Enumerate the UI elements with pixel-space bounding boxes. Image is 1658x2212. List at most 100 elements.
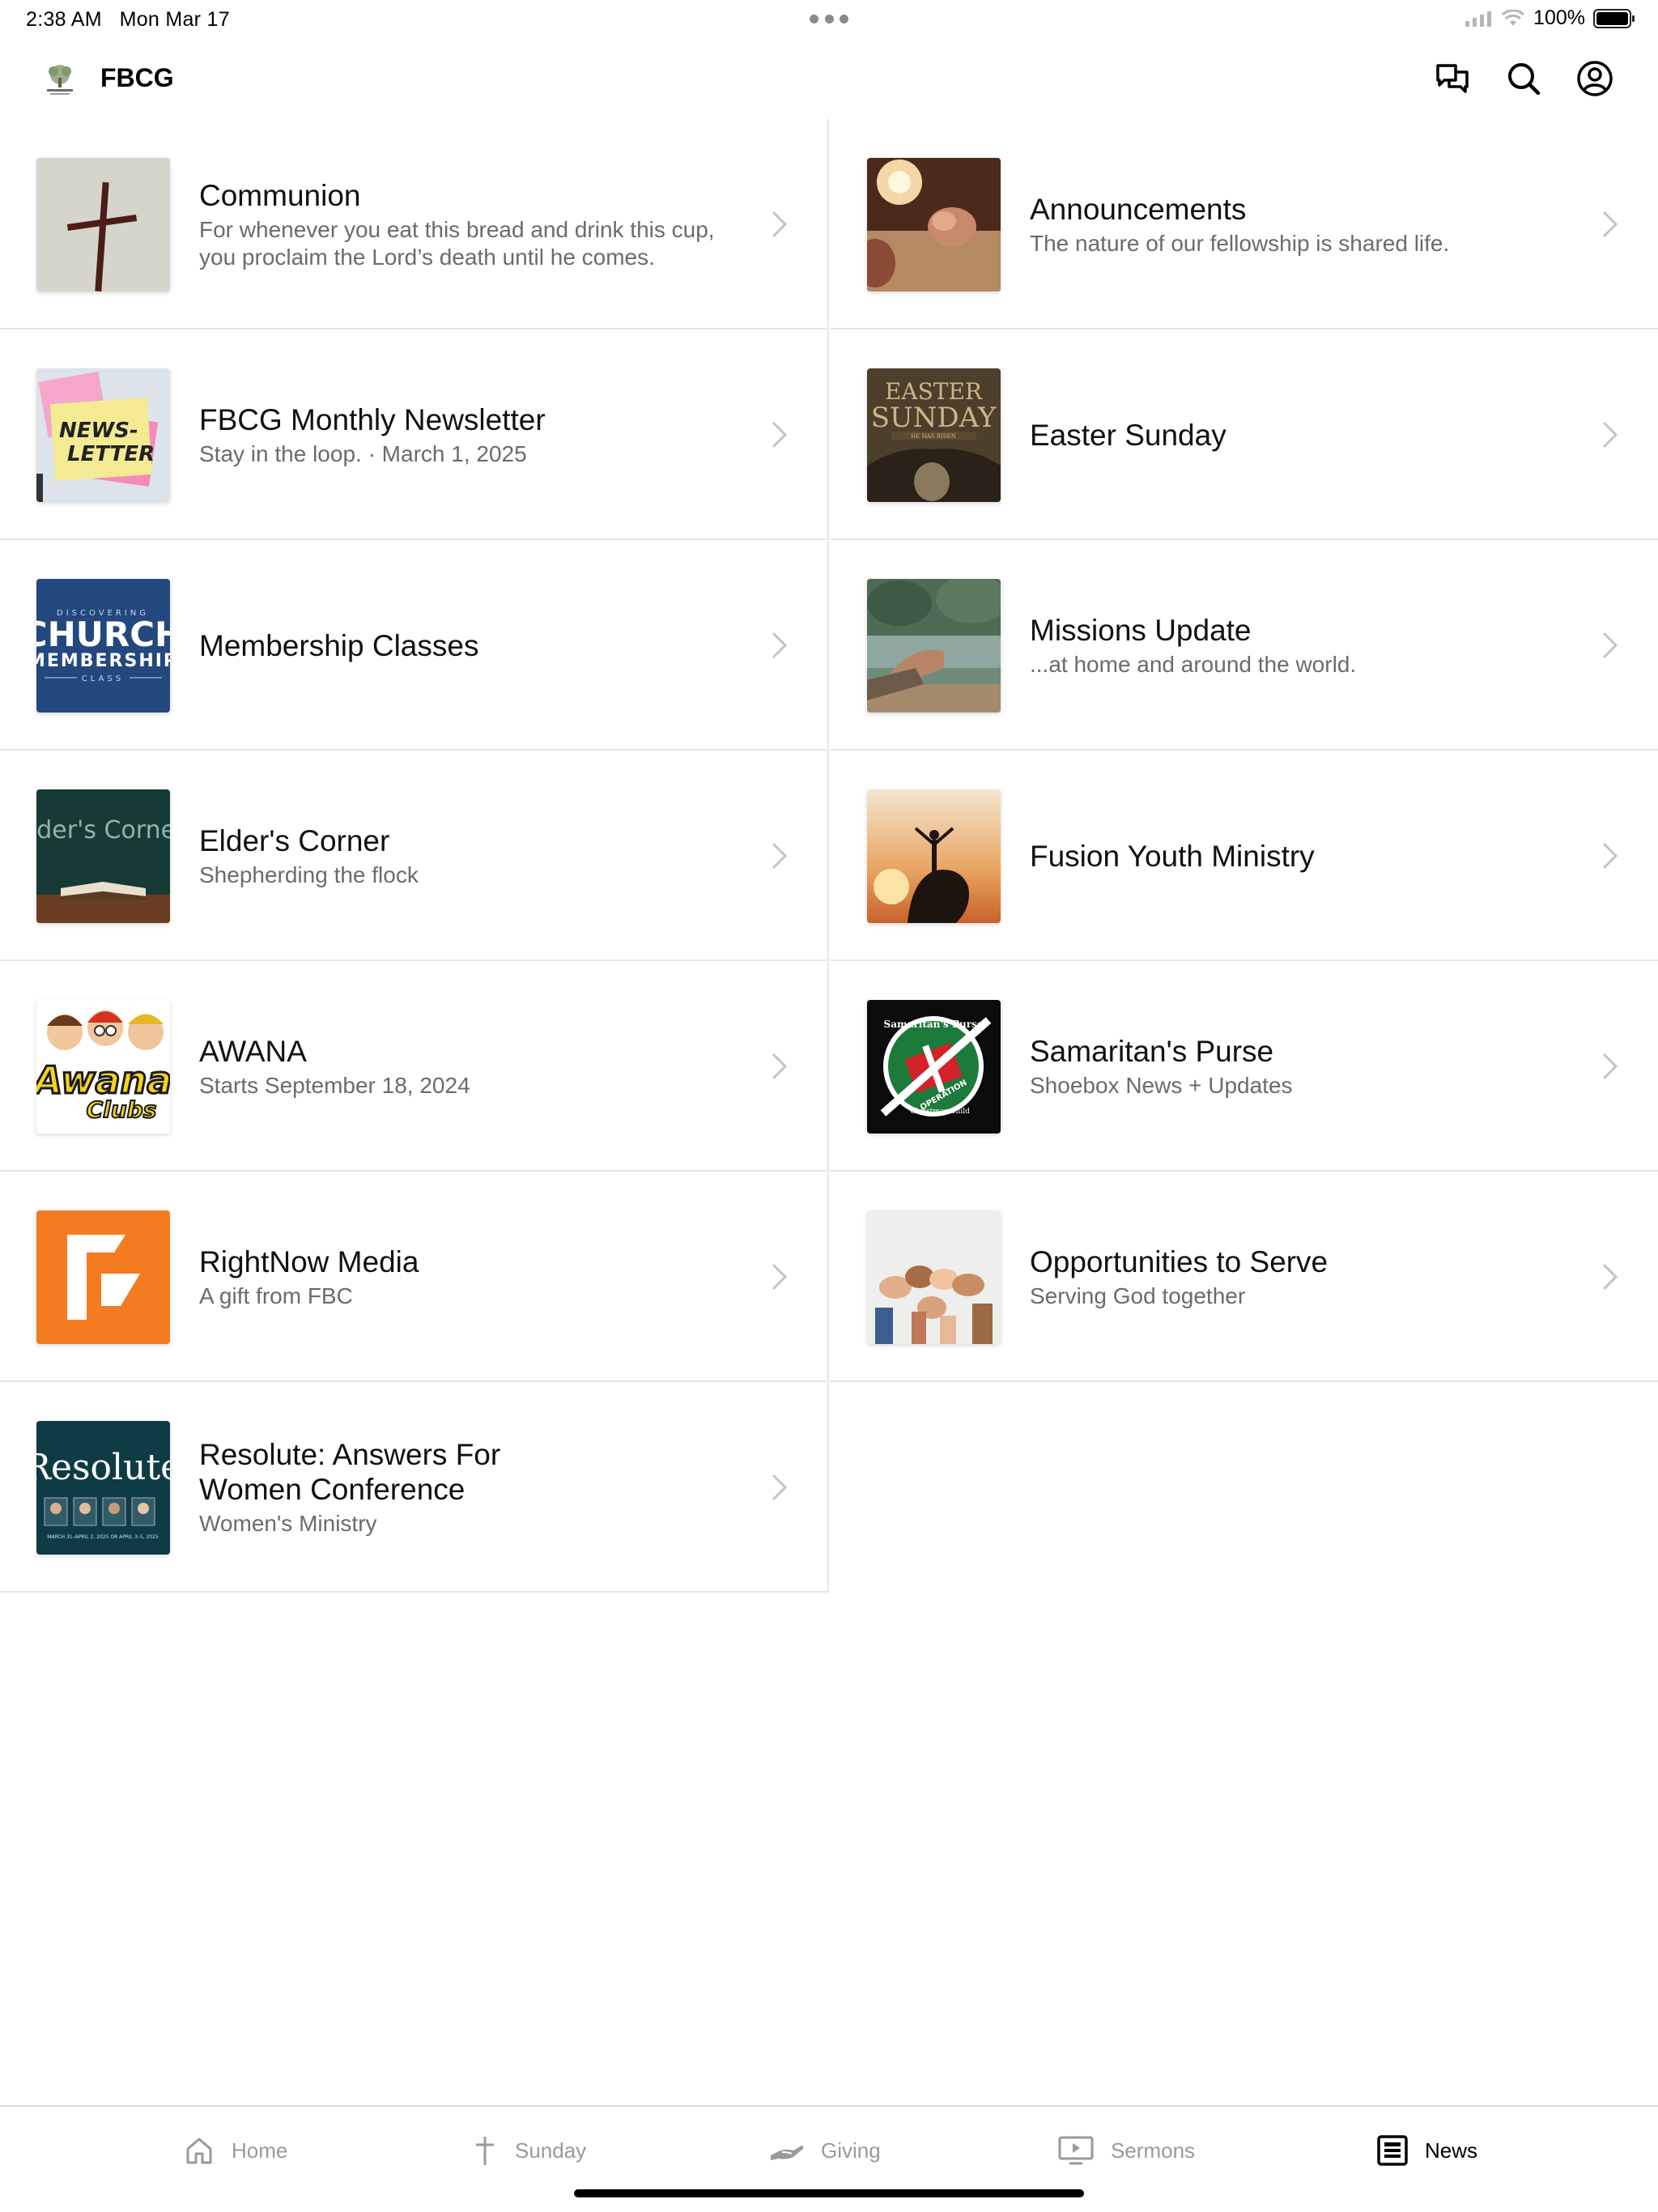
multitasking-dots-icon[interactable] — [810, 15, 848, 24]
svg-text:NEWS-: NEWS- — [59, 419, 138, 443]
chevron-right-icon — [772, 842, 788, 870]
news-item-subtitle: Serving God together — [1030, 1283, 1246, 1308]
news-item-title: Membership Classes — [199, 628, 479, 662]
app-title: FBCG — [100, 63, 174, 92]
tab-news[interactable]: News — [1376, 2128, 1477, 2173]
news-item-easter-sunday[interactable]: EASTER SUNDAY HE HAS RISEN Easter Sunday — [831, 330, 1658, 540]
chevron-right-icon — [772, 421, 788, 449]
news-item-communion[interactable]: Communion For whenever you eat this brea… — [0, 119, 829, 330]
video-screen-icon — [1058, 2136, 1094, 2165]
account-icon[interactable] — [1575, 59, 1614, 98]
news-item-title: AWANA — [199, 1034, 307, 1068]
news-item-subtitle: ...at home and around the world. — [1030, 651, 1357, 677]
news-item-newsletter[interactable]: NEWS- LETTER FBCG Monthly Newsletter Stay… — [0, 330, 829, 540]
search-icon[interactable] — [1504, 59, 1543, 98]
chevron-right-icon — [772, 1263, 788, 1291]
church-logo-icon[interactable] — [40, 60, 79, 99]
tab-sunday[interactable]: Sunday — [471, 2128, 586, 2173]
news-item-announcements[interactable]: Announcements The nature of our fellowsh… — [831, 119, 1658, 330]
news-item-title: Missions Update — [1030, 613, 1252, 647]
news-item-elders-corner[interactable]: lder's Corne Elder's Corner Shepherding … — [0, 751, 829, 961]
operation-christmas-child-image: Samaritan's Purse OPERATION Christmas Chil… — [867, 1000, 1001, 1134]
news-item-title: Communion — [199, 178, 361, 212]
chevron-right-icon — [1602, 421, 1618, 449]
home-icon — [186, 2138, 212, 2164]
svg-text:CHURCH: CHURCH — [36, 615, 170, 654]
news-item-title: FBCG Monthly Newsletter — [199, 402, 546, 436]
chevron-right-icon — [1602, 211, 1618, 238]
cross-icon — [476, 2137, 494, 2165]
tab-home[interactable]: Home — [183, 2128, 287, 2173]
news-item-membership-classes[interactable]: DISCOVERINGCHURCHMEMBERSHIPCLASS Members… — [0, 540, 829, 751]
chat-icon[interactable] — [1433, 59, 1472, 98]
chevron-right-icon — [1602, 842, 1618, 870]
news-item-subtitle: A gift from FBC — [199, 1283, 353, 1308]
news-item-subtitle: Women's Ministry — [199, 1511, 377, 1536]
chevron-right-icon — [772, 632, 788, 659]
signal-icon — [1465, 11, 1492, 27]
news-item-awana[interactable]: Awana Clubs AWANA Starts September 18, 20… — [0, 961, 829, 1172]
tab-label: Giving — [821, 2138, 881, 2163]
news-item-title: Samaritan's Purse — [1030, 1034, 1274, 1068]
svg-text:lder's Corne: lder's Corne — [36, 816, 170, 844]
chevron-right-icon — [772, 1053, 788, 1080]
news-item-subtitle: Starts September 18, 2024 — [199, 1072, 470, 1098]
news-item-title: Resolute: Answers For Women Conference — [199, 1438, 501, 1506]
svg-text:Christmas Child: Christmas Child — [910, 1108, 970, 1116]
praying-hands-image — [867, 158, 1001, 291]
svg-text:Samaritan's Purse: Samaritan's Purse — [884, 1019, 984, 1030]
battery-percentage: 100% — [1533, 6, 1585, 29]
youth-silhouette-image — [867, 789, 1001, 923]
rightnow-media-logo — [36, 1210, 170, 1344]
tab-label: News — [1425, 2138, 1478, 2163]
membership-class-image: DISCOVERINGCHURCHMEMBERSHIPCLASS — [36, 579, 170, 713]
elders-corner-image: lder's Corne — [36, 789, 170, 923]
easter-sunday-image: EASTER SUNDAY HE HAS RISEN — [867, 368, 1001, 502]
svg-text:HE HAS RISEN: HE HAS RISEN — [911, 433, 956, 440]
svg-text:LETTER: LETTER — [67, 442, 155, 466]
svg-text:Clubs: Clubs — [87, 1096, 157, 1123]
tab-sermons[interactable]: Sermons — [1057, 2128, 1195, 2173]
cross-image — [36, 158, 170, 291]
newsletter-image: NEWS- LETTER — [36, 368, 170, 502]
news-item-subtitle: Shoebox News + Updates — [1030, 1072, 1293, 1098]
news-item-rightnow-media[interactable]: RightNow Media A gift from FBC — [0, 1172, 829, 1382]
news-item-subtitle: Shepherding the flock — [199, 861, 419, 887]
chevron-right-icon — [772, 1474, 788, 1501]
news-item-subtitle: For whenever you eat this bread and drin… — [199, 216, 715, 270]
svg-text:Awana: Awana — [36, 1058, 170, 1102]
news-item-resolute-conference[interactable]: Resolute MARCH 31–APRIL 2, 2025 OR APRIL … — [0, 1382, 829, 1593]
news-item-subtitle: The nature of our fellowship is shared l… — [1030, 230, 1450, 256]
news-item-title: Fusion Youth Ministry — [1030, 839, 1315, 873]
news-item-title: Elder's Corner — [199, 823, 390, 857]
news-item-missions-update[interactable]: Missions Update ...at home and around th… — [831, 540, 1658, 751]
svg-text:SUNDAY: SUNDAY — [871, 402, 997, 434]
awana-clubs-image: Awana Clubs — [36, 1000, 170, 1134]
chevron-right-icon — [1602, 1053, 1618, 1080]
news-item-fusion-youth[interactable]: Fusion Youth Ministry — [831, 751, 1658, 961]
svg-text:MEMBERSHIP: MEMBERSHIP — [36, 651, 170, 671]
news-item-subtitle: Stay in the loop. · March 1, 2025 — [199, 440, 527, 466]
tab-giving[interactable]: Giving — [769, 2128, 881, 2173]
svg-text:MARCH 31–APRIL 2, 2025 OR APRI: MARCH 31–APRIL 2, 2025 OR APRIL 3–5, 202… — [47, 1534, 159, 1540]
resolute-conference-image: Resolute MARCH 31–APRIL 2, 2025 OR APRIL … — [36, 1421, 170, 1555]
battery-icon — [1593, 8, 1635, 28]
svg-text:CLASS: CLASS — [82, 674, 124, 683]
svg-text:Resolute: Resolute — [36, 1447, 170, 1488]
tab-label: Sermons — [1111, 2138, 1196, 2163]
news-item-samaritans-purse[interactable]: Samaritan's Purse OPERATION Christmas Chil… — [831, 961, 1658, 1172]
status-time: 2:38 AM Mon Mar 17 — [26, 8, 230, 31]
chevron-right-icon — [1602, 1263, 1618, 1291]
tab-label: Sunday — [515, 2138, 587, 2163]
giving-hand-icon — [771, 2146, 804, 2160]
status-indicators: 100% — [1465, 6, 1635, 30]
news-item-opportunities-to-serve[interactable]: Opportunities to Serve Serving God toget… — [831, 1172, 1658, 1382]
missions-image — [867, 579, 1001, 713]
home-indicator[interactable] — [574, 2189, 1084, 2197]
tab-label: Home — [232, 2138, 288, 2163]
news-item-title: Easter Sunday — [1030, 418, 1226, 452]
chevron-right-icon — [1602, 632, 1618, 659]
wifi-icon — [1502, 9, 1525, 26]
status-bar: 2:38 AM Mon Mar 17 100% — [0, 0, 1658, 40]
chevron-right-icon — [772, 211, 788, 238]
